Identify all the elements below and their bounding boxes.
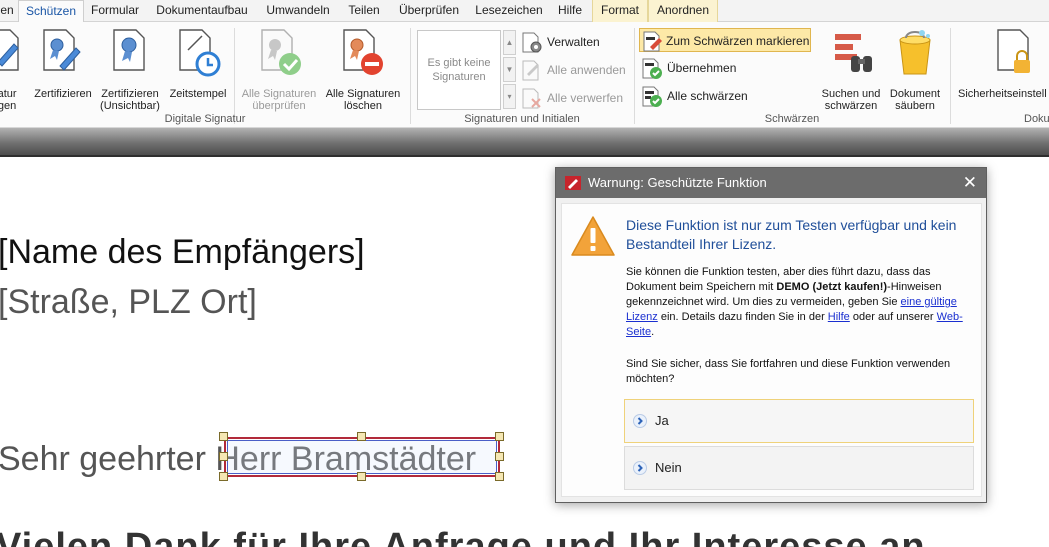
warning-icon <box>571 216 615 256</box>
protected-feature-dialog: Warnung: Geschützte Funktion ✕ Diese Fun… <box>555 167 987 503</box>
discard-all-icon <box>522 88 541 109</box>
tab-anordnen[interactable]: Anordnen <box>648 0 718 22</box>
apply-all-signatures-button[interactable]: Alle anwenden <box>521 58 631 82</box>
resize-handle-top-right[interactable] <box>495 432 504 441</box>
dialog-description: Sie können die Funktion testen, aber die… <box>626 266 963 338</box>
apply-redaction-icon <box>642 58 662 79</box>
tab-formular[interactable]: Formular <box>84 0 146 22</box>
certify-invisible-icon <box>113 29 145 71</box>
dialog-heading: Diese Funktion ist nur zum Testen verfüg… <box>626 217 957 252</box>
mark-for-redaction-button[interactable]: Zum Schwärzen markieren <box>639 28 811 52</box>
group-label-digital-signature: Digitale Signatur <box>164 113 246 125</box>
resize-handle-top-center[interactable] <box>357 432 366 441</box>
dialog-title-bar[interactable]: Warnung: Geschützte Funktion ✕ <box>556 168 986 198</box>
ribbon-tab-bar: en Schützen Formular Dokumentaufbau Umwa… <box>0 0 1049 23</box>
group-label-redact: Schwärzen <box>764 113 820 125</box>
tab-format[interactable]: Format <box>592 0 648 22</box>
resize-handle-bottom-center[interactable] <box>357 472 366 481</box>
redact-all-icon <box>642 86 662 107</box>
recipient-name-text: [Name des Empfängers] <box>0 233 365 271</box>
certify-icon <box>43 29 81 71</box>
resize-handle-top-left[interactable] <box>219 432 228 441</box>
dialog-content: Diese Funktion ist nur zum Testen verfüg… <box>561 203 982 497</box>
chevron-right-icon <box>633 461 647 475</box>
ribbon-separator <box>634 28 635 124</box>
ribbon: naturügen Zertifizieren Zertifizieren(Un… <box>0 22 1049 128</box>
body-text-partial: Vielen Dank für Ihre Anfrage und Ihr Int… <box>0 526 926 547</box>
resize-handle-middle-right[interactable] <box>495 452 504 461</box>
manage-signatures-button[interactable]: Verwalten <box>521 30 631 54</box>
bucket-icon <box>899 30 931 75</box>
verify-signature-icon <box>261 29 301 75</box>
redaction-selection-box[interactable] <box>224 437 500 477</box>
gallery-scroll-up-button[interactable]: ▲ <box>503 30 516 55</box>
ribbon-separator <box>234 28 235 124</box>
tab-dokumentaufbau[interactable]: Dokumentaufbau <box>148 0 256 22</box>
lock-document-icon <box>997 29 1030 73</box>
yes-button[interactable]: Ja <box>624 399 974 443</box>
apply-all-icon <box>522 60 539 81</box>
selection-fill <box>228 441 496 473</box>
resize-handle-bottom-left[interactable] <box>219 472 228 481</box>
document-toolbar-strip <box>0 128 1049 156</box>
binoculars-icon <box>835 34 872 72</box>
signature-document-icon <box>0 29 19 71</box>
tab-teilen[interactable]: Teilen <box>340 0 388 22</box>
tab-hilfe[interactable]: Hilfe <box>550 0 590 22</box>
discard-all-signatures-button[interactable]: Alle verwerfen <box>521 86 631 110</box>
timestamp-clock-icon <box>179 29 221 77</box>
group-label-security: Doku <box>1024 113 1049 125</box>
salutation-prefix: Sehr geehrter <box>0 440 216 478</box>
resize-handle-middle-left[interactable] <box>219 452 228 461</box>
tab-umwandeln[interactable]: Umwandeln <box>258 0 338 22</box>
gallery-expand-button[interactable]: ▾ <box>503 84 516 109</box>
redact-all-button[interactable]: Alle schwärzen <box>641 84 751 108</box>
no-button[interactable]: Nein <box>624 446 974 490</box>
tab-lesezeichen[interactable]: Lesezeichen <box>470 0 548 22</box>
signature-gallery[interactable]: Es gibt keine Signaturen <box>417 30 501 110</box>
recipient-address-text: [Straße, PLZ Ort] <box>0 283 257 321</box>
mark-redaction-icon <box>643 31 662 52</box>
app-logo-icon <box>565 176 581 190</box>
tab-schuetzen[interactable]: Schützen <box>18 0 84 23</box>
gallery-scroll-down-button[interactable]: ▼ <box>503 57 516 82</box>
resize-handle-bottom-right[interactable] <box>495 472 504 481</box>
manage-gear-icon <box>522 32 542 53</box>
ribbon-separator <box>950 28 951 124</box>
chevron-right-icon <box>633 414 647 428</box>
delete-signature-icon <box>343 29 383 75</box>
dialog-title: Warnung: Geschützte Funktion <box>588 175 767 190</box>
group-label-signatures-initials: Signaturen und Initialen <box>464 113 580 125</box>
tab-partial[interactable]: en <box>0 0 18 22</box>
apply-redaction-button[interactable]: Übernehmen <box>641 56 751 80</box>
document-top-border <box>0 155 1049 157</box>
ribbon-separator <box>410 28 411 124</box>
tab-ueberpruefen[interactable]: Überprüfen <box>390 0 468 22</box>
dialog-question: Sind Sie sicher, dass Sie fortfahren und… <box>626 358 951 385</box>
help-link[interactable]: Hilfe <box>828 311 850 323</box>
close-icon[interactable]: ✕ <box>963 168 977 198</box>
